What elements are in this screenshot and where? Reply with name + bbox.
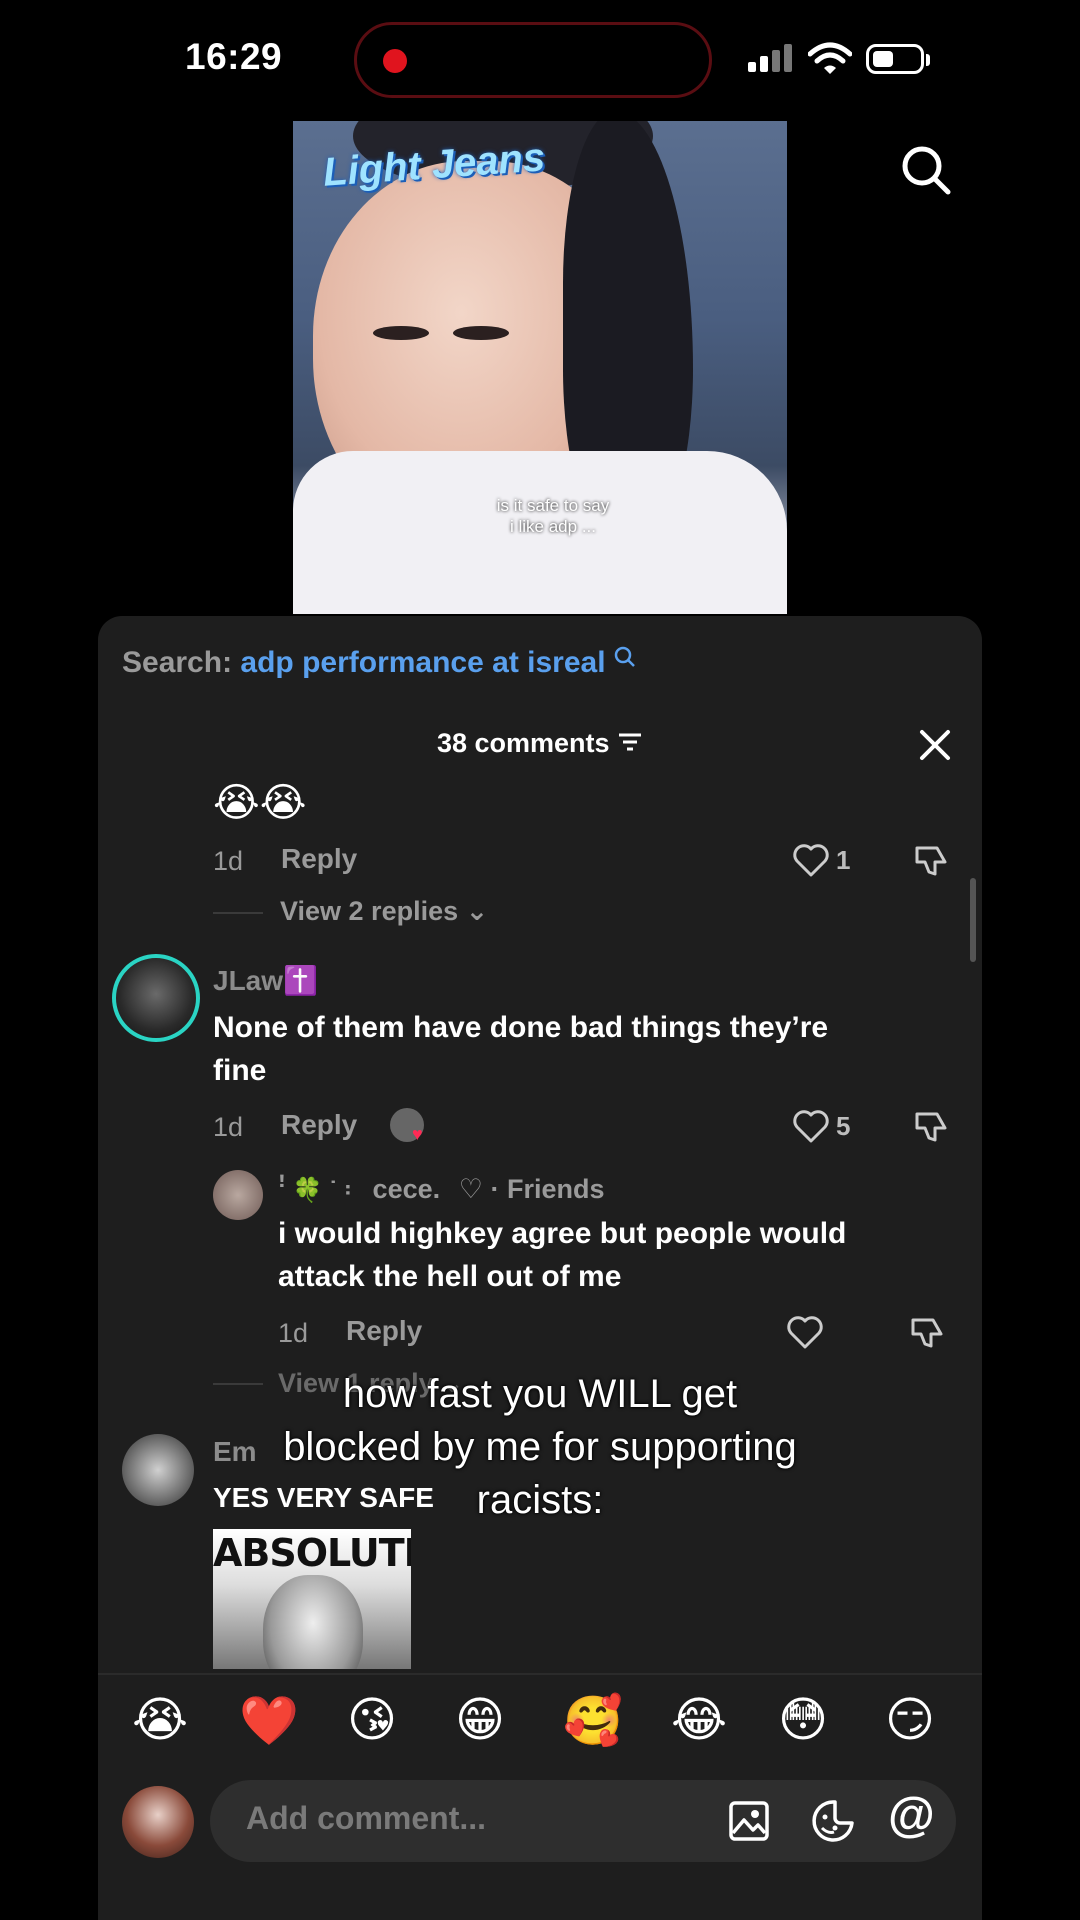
dislike-icon[interactable]	[909, 1314, 947, 1352]
cellular-signal-icon	[748, 44, 796, 72]
reply-button[interactable]: Reply	[281, 843, 357, 875]
comment-image-text: ABSOLUTE	[213, 1531, 411, 1575]
comment-text: 😭😭	[213, 781, 307, 825]
related-search-query[interactable]: adp performance at isreal	[240, 646, 605, 679]
emoji-smirk-button[interactable]: 😏	[885, 1692, 935, 1748]
emoji-loudly-crying-button[interactable]: 😭	[132, 1692, 188, 1748]
comment-text-line: attack the hell out of me	[278, 1260, 622, 1293]
comment-input-placeholder: Add comment...	[246, 1800, 487, 1836]
recording-indicator-icon	[383, 49, 407, 73]
comments-header[interactable]: 38 comments	[98, 728, 982, 759]
dynamic-island	[354, 22, 712, 98]
image-attach-icon[interactable]	[728, 1800, 770, 1842]
reply-button[interactable]: Reply	[281, 1109, 357, 1141]
wifi-icon	[808, 42, 852, 74]
reply-username-row[interactable]: ꜝ 🍀 ˙ ꞉ cece. ♡ · Friends	[278, 1174, 605, 1205]
heart-icon[interactable]	[792, 842, 830, 878]
emoji-hearts-face-button[interactable]: 🥰	[563, 1692, 623, 1749]
video-caption-line: is it safe to say	[496, 496, 610, 515]
heart-icon[interactable]	[786, 1314, 824, 1350]
search-icon[interactable]	[900, 144, 952, 196]
comment-text-line: fine	[213, 1054, 267, 1087]
heart-icon: ♥	[412, 1124, 423, 1144]
overlay-text-line: blocked by me for supporting	[283, 1425, 797, 1469]
heart-icon[interactable]	[792, 1108, 830, 1144]
video-player[interactable]: Light Jeans is it safe to say i like adp…	[293, 121, 787, 614]
sticker-emoji-icon[interactable]	[810, 1798, 856, 1844]
video-caption: is it safe to say i like adp ...	[453, 495, 653, 537]
status-time: 16:29	[185, 36, 283, 77]
comment-age: 1d	[213, 846, 244, 876]
like-count: 5	[836, 1111, 851, 1141]
overlay-text-line: racists:	[476, 1478, 604, 1522]
comment-username[interactable]: JLaw✝️	[213, 964, 318, 997]
emoji-bar-divider	[98, 1673, 982, 1675]
video-frame-eye	[373, 326, 429, 340]
video-overlay-text: how fast you WILL get blocked by me for …	[0, 1368, 1080, 1527]
close-icon[interactable]	[914, 724, 956, 766]
emoji-joy-button[interactable]: 😂	[671, 1692, 727, 1748]
overlay-text-line: how fast you WILL get	[342, 1372, 738, 1416]
reply-button[interactable]: Reply	[346, 1315, 422, 1347]
avatar[interactable]	[213, 1170, 263, 1220]
comment-text-line: i would highkey agree but people would	[278, 1217, 847, 1250]
reply-username-prefix: ꜝ 🍀 ˙ ꞉	[278, 1177, 352, 1204]
comment-text: None of them have done bad things they’r…	[213, 1006, 953, 1092]
friends-tag: ♡ · Friends	[458, 1174, 605, 1204]
emoji-flushed-button[interactable]: 😳	[778, 1692, 828, 1748]
comment-age: 1d	[213, 1112, 244, 1142]
scrollbar[interactable]	[970, 878, 976, 962]
comment-text: i would highkey agree but people would a…	[278, 1212, 958, 1298]
sort-filter-icon[interactable]	[617, 732, 643, 752]
emoji-red-heart-button[interactable]: ❤️	[239, 1692, 299, 1749]
dislike-icon[interactable]	[913, 1108, 951, 1146]
comment-image[interactable]: ABSOLUTE	[213, 1529, 411, 1669]
comment-input[interactable]: Add comment... @	[210, 1780, 956, 1862]
video-frame-eye	[453, 326, 509, 340]
related-search-prefix: Search:	[122, 646, 233, 679]
comment-age: 1d	[278, 1318, 309, 1348]
emoji-grin-button[interactable]: 😁	[455, 1692, 505, 1748]
emoji-kiss-button[interactable]: 😘	[347, 1692, 397, 1748]
current-user-avatar	[122, 1786, 194, 1858]
dislike-icon[interactable]	[913, 842, 951, 880]
view-replies-button[interactable]: View 2 replies ⌄	[280, 896, 488, 927]
comments-panel: Search: adp performance at isreal 38 com…	[98, 616, 982, 1920]
related-search-link[interactable]: Search: adp performance at isreal	[122, 646, 636, 680]
view-replies-label: View 2 replies	[280, 896, 459, 926]
reply-username[interactable]: cece.	[373, 1174, 441, 1204]
replies-divider	[213, 912, 263, 914]
avatar[interactable]	[112, 954, 200, 1042]
video-caption-line: i like adp ...	[510, 517, 596, 536]
like-count: 1	[836, 845, 851, 875]
battery-icon	[866, 44, 924, 74]
battery-tip	[926, 54, 930, 66]
comment-image-face	[263, 1575, 363, 1669]
chevron-down-icon: ⌄	[458, 896, 489, 926]
comment-text-line: None of them have done bad things they’r…	[213, 1011, 829, 1044]
mention-icon[interactable]: @	[888, 1788, 935, 1843]
search-icon	[614, 646, 635, 667]
comments-count: 38 comments	[436, 728, 610, 758]
